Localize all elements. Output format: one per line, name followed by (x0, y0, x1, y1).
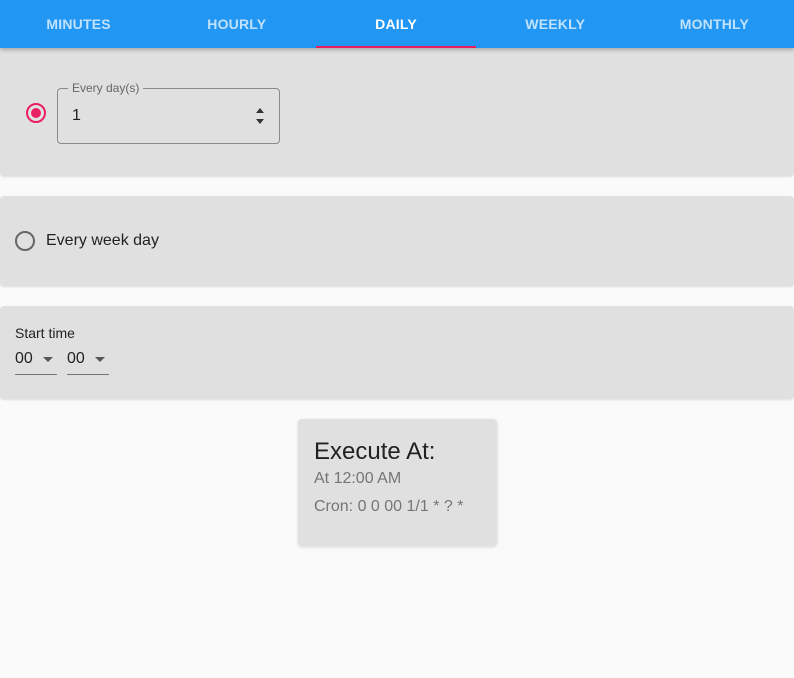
every-days-panel: Every day(s) 1 (0, 48, 794, 176)
chevron-down-icon (43, 357, 53, 362)
increment-arrow-icon[interactable] (256, 108, 264, 113)
start-minute-select[interactable]: 00 (67, 348, 109, 375)
chevron-down-icon (95, 357, 105, 362)
radio-selected-dot (31, 108, 41, 118)
every-days-field[interactable]: Every day(s) 1 (57, 81, 280, 144)
number-spinner-icon[interactable] (255, 108, 265, 124)
execute-at-title: Execute At: (314, 438, 436, 465)
every-week-day-panel: Every week day (0, 196, 794, 286)
execute-description: At 12:00 AM (314, 470, 402, 487)
tab-minutes[interactable]: MINUTES (0, 0, 157, 48)
execute-at-card: Execute At: At 12:00 AM Cron: 0 0 00 1/1… (298, 419, 497, 546)
tab-weekly[interactable]: WEEKLY (476, 0, 635, 48)
start-minute-value: 00 (67, 350, 85, 367)
start-hour-value: 00 (15, 350, 33, 367)
every-week-day-label[interactable]: Every week day (46, 232, 159, 250)
every-days-field-label: Every day(s) (68, 81, 144, 95)
cron-expression: Cron: 0 0 00 1/1 * ? * (314, 498, 464, 515)
every-days-radio[interactable] (26, 103, 46, 123)
schedule-tab-bar: MINUTES HOURLY DAILY WEEKLY MONTHLY (0, 0, 794, 48)
start-time-label: Start time (15, 325, 75, 341)
every-days-input[interactable]: 1 (72, 107, 81, 125)
tab-monthly[interactable]: MONTHLY (635, 0, 794, 48)
tab-hourly[interactable]: HOURLY (157, 0, 316, 48)
start-hour-select[interactable]: 00 (15, 348, 57, 375)
tab-daily[interactable]: DAILY (316, 0, 476, 48)
start-time-panel: Start time 00 00 (0, 306, 794, 399)
decrement-arrow-icon[interactable] (256, 119, 264, 124)
every-week-day-radio[interactable] (15, 231, 35, 251)
